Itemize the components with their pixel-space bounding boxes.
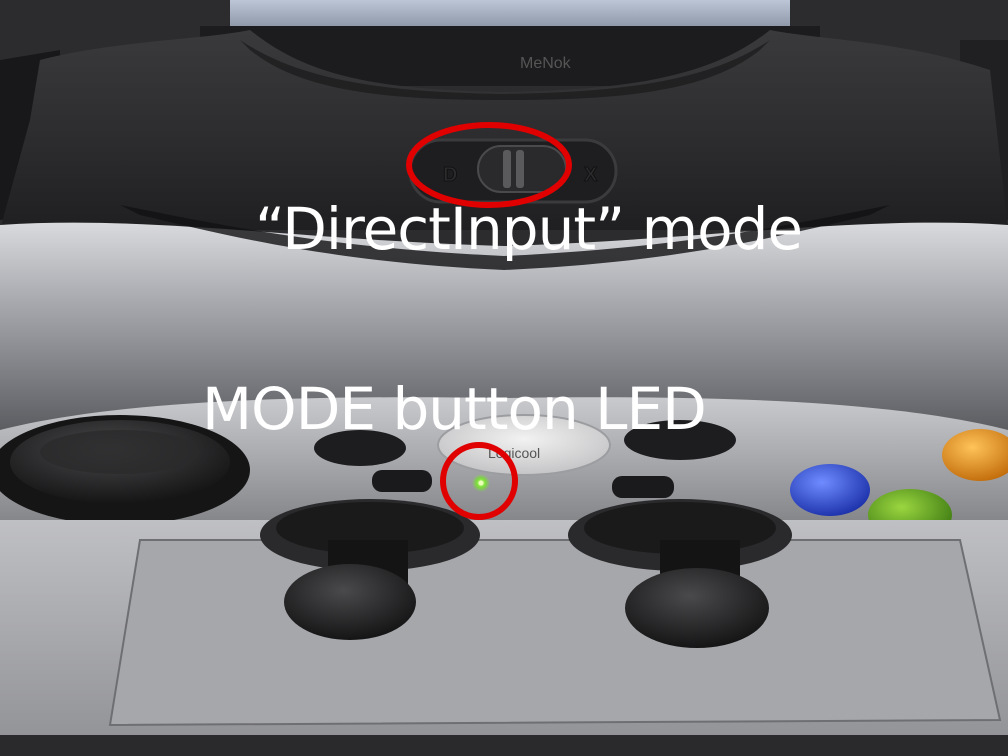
directinput-mode-caption: “DirectInput” mode bbox=[255, 195, 803, 263]
bottom-shadow bbox=[0, 735, 1008, 756]
mode-led-caption: MODE button LED bbox=[202, 375, 707, 443]
back-button[interactable] bbox=[372, 470, 432, 492]
left-thumbstick-top bbox=[40, 430, 200, 474]
photo-stage: MeNok D X Logicool “DirectInput” mode MO… bbox=[0, 0, 1008, 756]
right-lower-stick[interactable] bbox=[625, 568, 769, 648]
monitor-screen bbox=[230, 0, 790, 30]
switch-d-label: D bbox=[443, 164, 457, 186]
slider-ridge-1 bbox=[503, 150, 511, 188]
switch-x-label: X bbox=[584, 164, 598, 186]
monitor-brand-label: MeNok bbox=[520, 55, 572, 72]
x-button[interactable] bbox=[790, 464, 870, 516]
start-button[interactable] bbox=[612, 476, 674, 498]
slider-ridge-2 bbox=[516, 150, 524, 188]
base-panel bbox=[108, 539, 1002, 727]
left-lower-stick[interactable] bbox=[284, 564, 416, 640]
mode-led-core bbox=[478, 480, 484, 486]
